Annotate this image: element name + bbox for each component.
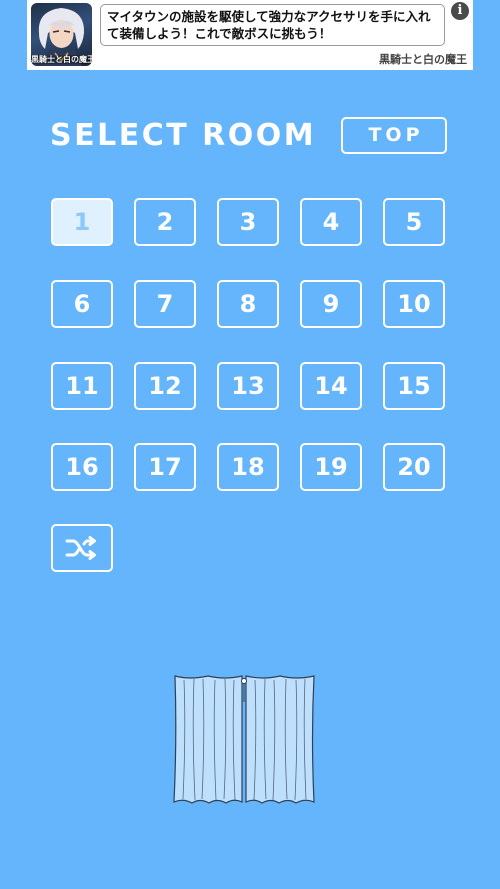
top-button[interactable]: TOP	[341, 117, 447, 154]
room-button-5[interactable]: 5	[383, 198, 445, 246]
room-button-7[interactable]: 7	[134, 280, 196, 328]
room-button-14[interactable]: 14	[300, 362, 362, 410]
curtain-illustration[interactable]	[170, 672, 318, 807]
room-button-2[interactable]: 2	[134, 198, 196, 246]
ad-text[interactable]: マイタウンの施設を駆使して強力なアクセサリを手に入れて装備しよう！これで敵ボスに…	[100, 4, 445, 46]
room-button-15[interactable]: 15	[383, 362, 445, 410]
room-button-16[interactable]: 16	[51, 443, 113, 491]
ad-app-icon[interactable]: 黒騎士と白の魔王	[31, 3, 92, 66]
shuffle-button[interactable]	[51, 524, 113, 572]
room-button-17[interactable]: 17	[134, 443, 196, 491]
room-button-1[interactable]: 1	[51, 198, 113, 246]
room-button-13[interactable]: 13	[217, 362, 279, 410]
room-button-18[interactable]: 18	[217, 443, 279, 491]
info-icon[interactable]: i	[451, 2, 469, 20]
room-button-11[interactable]: 11	[51, 362, 113, 410]
room-button-19[interactable]: 19	[300, 443, 362, 491]
room-button-10[interactable]: 10	[383, 280, 445, 328]
room-button-8[interactable]: 8	[217, 280, 279, 328]
room-button-20[interactable]: 20	[383, 443, 445, 491]
room-button-12[interactable]: 12	[134, 362, 196, 410]
shuffle-icon	[65, 536, 96, 560]
room-button-4[interactable]: 4	[300, 198, 362, 246]
page-title: SELECT ROOM	[50, 118, 317, 153]
ad-icon-caption: 黒騎士と白の魔王	[31, 55, 92, 64]
room-button-9[interactable]: 9	[300, 280, 362, 328]
curtain-icon	[173, 675, 315, 804]
room-button-3[interactable]: 3	[217, 198, 279, 246]
ad-advertiser-name[interactable]: 黒騎士と白の魔王	[379, 53, 467, 67]
ad-banner[interactable]: 黒騎士と白の魔王 マイタウンの施設を駆使して強力なアクセサリを手に入れて装備しよ…	[27, 0, 473, 70]
room-button-6[interactable]: 6	[51, 280, 113, 328]
